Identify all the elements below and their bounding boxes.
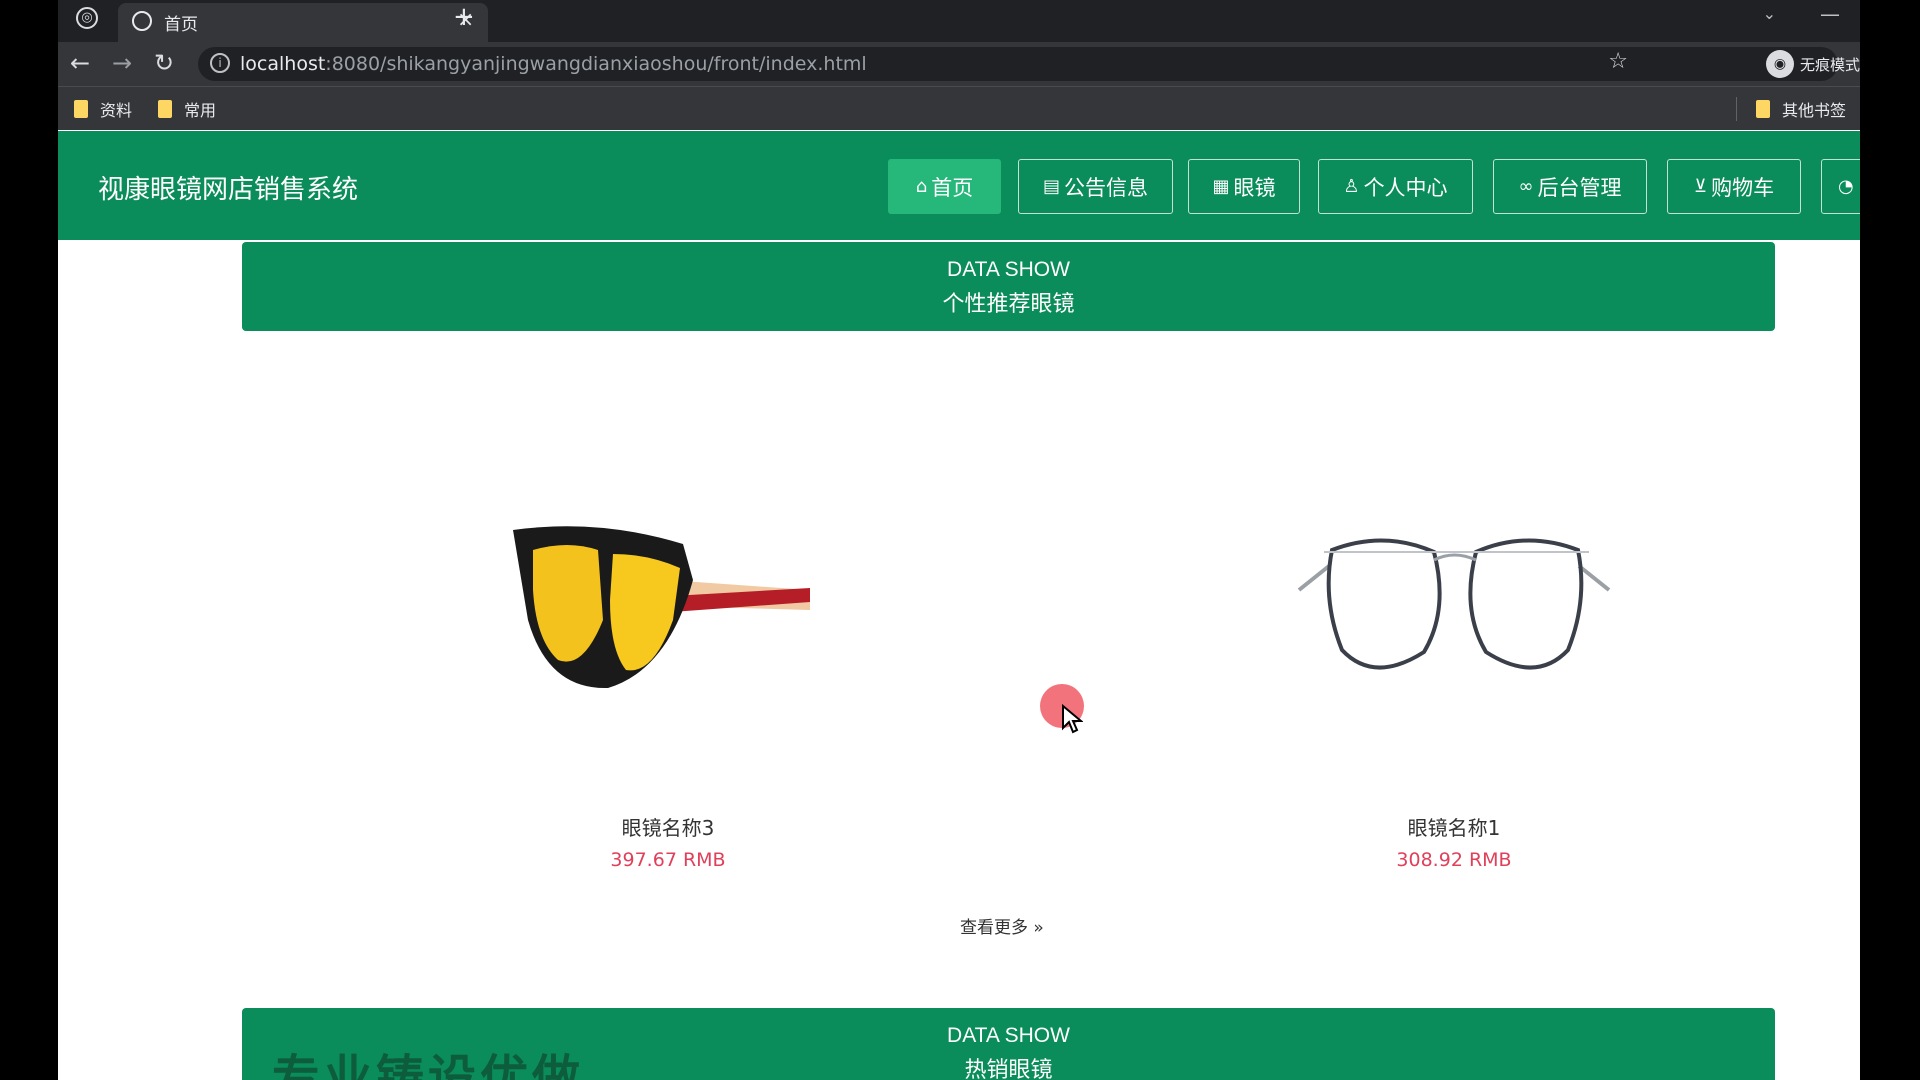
browser-tab[interactable]: 首页 × <box>118 3 488 42</box>
product-price: 397.67 RMB <box>610 849 726 871</box>
globe-icon: ◎ <box>76 7 98 29</box>
view-more-label: 查看更多 <box>960 918 1028 938</box>
search-icon: ◔ <box>1838 176 1854 197</box>
link-icon: ∞ <box>1518 176 1534 197</box>
nav-notice[interactable]: ▤ 公告信息 <box>1018 159 1173 214</box>
hot-banner: 专业铸设优做 DATA SHOW 热销眼镜 <box>242 1008 1775 1080</box>
sunglasses-image[interactable] <box>458 470 878 750</box>
nav-glasses[interactable]: ▦ 眼镜 <box>1188 159 1300 214</box>
folder-icon <box>158 100 172 118</box>
sunglasses-icon <box>513 526 810 689</box>
nav-cart[interactable]: ⊻ 购物车 <box>1667 159 1801 214</box>
notice-icon: ▤ <box>1042 176 1060 197</box>
nav-label: 首页 <box>931 175 974 200</box>
nav-more[interactable]: ◔ <box>1821 159 1860 214</box>
folder-icon <box>1755 100 1770 118</box>
nav-home[interactable]: ⌂ 首页 <box>888 159 1001 214</box>
address-bar[interactable]: i localhost:8080/shikangyanjingwangdianx… <box>198 47 1838 81</box>
globe-icon <box>132 11 152 31</box>
url-path: :8080/shikangyanjingwangdianxiaoshou/fro… <box>325 53 867 75</box>
view-more-link[interactable]: 查看更多 » <box>960 913 1044 938</box>
bookmark-folder[interactable]: 常用 <box>158 97 216 121</box>
profile-name: 无痕模式 <box>1799 55 1860 74</box>
star-icon[interactable]: ☆ <box>1608 49 1628 74</box>
tab-bar: ◎ 首页 × + ⌄ — <box>58 0 1860 42</box>
product-card[interactable]: 眼镜名称1 308.92 RMB <box>1244 470 1664 871</box>
other-bookmarks[interactable]: 其他书签 <box>1755 97 1846 121</box>
home-icon: ⌂ <box>915 176 928 197</box>
cursor-icon <box>1062 704 1083 734</box>
incognito-profile[interactable]: ◉ 无痕模式 <box>1765 47 1860 81</box>
folder-icon <box>74 100 88 118</box>
bookmarks-bar: 资料 常用 其他书签 <box>58 86 1860 130</box>
forward-icon[interactable]: → <box>112 49 132 77</box>
nav-label: 个人中心 <box>1363 175 1448 200</box>
nav-admin[interactable]: ∞ 后台管理 <box>1493 159 1647 214</box>
incognito-icon: ◉ <box>1765 50 1794 78</box>
eyeglasses-icon <box>1297 538 1611 670</box>
new-tab-button[interactable]: + <box>453 2 475 32</box>
grid-icon: ▦ <box>1212 176 1230 197</box>
nav-profile[interactable]: ♙ 个人中心 <box>1318 159 1473 214</box>
tab-title: 首页 <box>164 15 198 35</box>
back-icon[interactable]: ← <box>70 49 90 77</box>
nav-label: 购物车 <box>1711 175 1775 200</box>
chevron-down-icon[interactable]: ⌄ <box>1763 4 1776 23</box>
browser-toolbar: ← → ↻ i localhost:8080/shikangyanjingwan… <box>58 42 1860 86</box>
recommend-banner: DATA SHOW 个性推荐眼镜 <box>242 242 1775 331</box>
cart-icon: ⊻ <box>1693 176 1708 197</box>
banner-cn: 个性推荐眼镜 <box>942 292 1075 317</box>
bookmark-folder[interactable]: 资料 <box>74 97 132 121</box>
url-host: localhost <box>240 53 326 75</box>
product-price: 308.92 RMB <box>1396 849 1512 871</box>
bookmark-label: 资料 <box>100 101 133 120</box>
reload-icon[interactable]: ↻ <box>154 49 174 77</box>
product-name[interactable]: 眼镜名称1 <box>1244 812 1664 841</box>
divider <box>1736 97 1737 121</box>
browser-window: ◎ 首页 × + ⌄ — ← → ↻ i localhost:8080/shik… <box>58 0 1860 1080</box>
nav-label: 眼镜 <box>1233 175 1276 200</box>
banner-en: DATA SHOW <box>947 258 1070 281</box>
nav-label: 公告信息 <box>1064 175 1148 200</box>
site-title: 视康眼镜网店销售系统 <box>98 175 359 205</box>
info-icon[interactable]: i <box>210 53 230 73</box>
bookmark-label: 其他书签 <box>1781 101 1846 120</box>
user-icon: ♙ <box>1343 176 1360 197</box>
product-card[interactable]: 眼镜名称3 397.67 RMB <box>458 470 878 871</box>
site-header: 视康眼镜网店销售系统 ⌂ 首页 ▤ 公告信息 ▦ 眼镜 ♙ 个人中心 ∞ 后台管… <box>58 131 1860 240</box>
overlay-text: 专业铸设优做 <box>272 1050 585 1080</box>
nav-label: 后台管理 <box>1537 175 1622 200</box>
product-name[interactable]: 眼镜名称3 <box>458 812 878 841</box>
double-chevron-right-icon: » <box>1033 918 1044 938</box>
bookmark-label: 常用 <box>184 101 217 120</box>
url-text: localhost:8080/shikangyanjingwangdianxia… <box>240 53 867 75</box>
minimize-icon[interactable]: — <box>1820 2 1840 26</box>
eyeglasses-image[interactable] <box>1244 470 1664 750</box>
